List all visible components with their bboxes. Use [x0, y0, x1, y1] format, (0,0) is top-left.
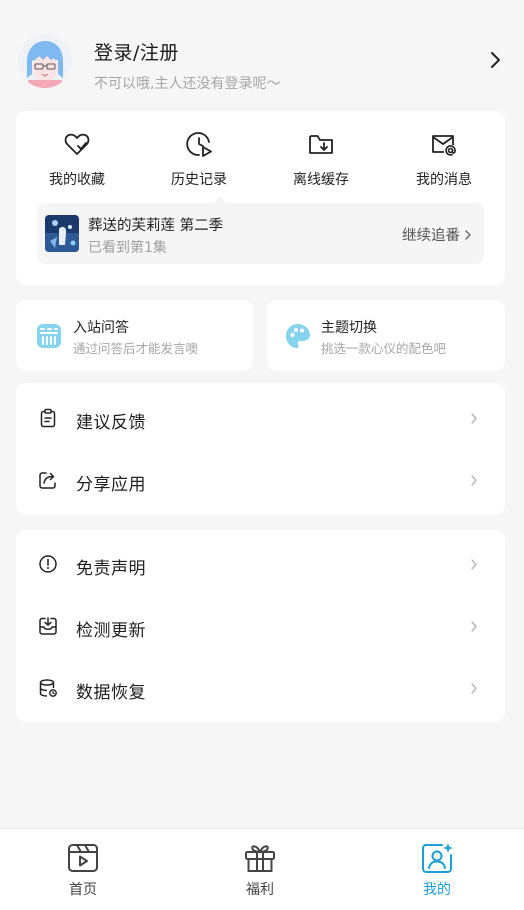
continue-watching-label: 继续追番 — [402, 228, 460, 244]
menu-item-label: 检测更新 — [76, 621, 146, 641]
menu-item-label: 免责声明 — [76, 559, 146, 579]
messages-button[interactable]: 我的消息 — [389, 129, 499, 189]
chevron-right-icon — [471, 413, 477, 424]
continue-watching-button[interactable]: 继续追番 — [402, 224, 472, 245]
menu-group-1: 建议反馈 分享应用 — [16, 383, 505, 515]
user-sparkle-icon — [422, 843, 453, 873]
menu-item-data-restore[interactable]: 数据恢复 — [16, 658, 505, 718]
tab-label: 福利 — [246, 882, 274, 898]
exclamation-circle-icon — [39, 555, 57, 573]
chevron-right-icon[interactable] — [488, 50, 502, 70]
video-clapper-icon — [68, 844, 98, 872]
tab-welfare[interactable]: 福利 — [220, 841, 300, 899]
folder-download-icon — [309, 135, 333, 154]
profile-header[interactable]: 登录/注册 不可以哦,主人还没有登录呢～ — [0, 32, 524, 92]
anime-cover — [45, 215, 79, 252]
theme-title: 主题切换 — [321, 320, 377, 336]
history-button[interactable]: 历史记录 — [144, 129, 254, 189]
anime-progress: 已看到第1集 — [88, 240, 167, 256]
bottom-tab-bar: 首页 福利 我的 — [0, 828, 524, 910]
clipboard-icon — [40, 408, 56, 428]
database-restore-icon — [39, 679, 57, 697]
tab-home[interactable]: 首页 — [43, 841, 123, 899]
chevron-right-icon — [471, 683, 477, 694]
messages-label: 我的消息 — [416, 172, 472, 188]
chevron-right-icon — [471, 621, 477, 632]
quiz-subtitle: 通过问答后才能发言噢 — [73, 341, 199, 356]
palette-icon — [286, 324, 310, 348]
chevron-right-icon — [465, 229, 471, 240]
inbox-download-icon — [39, 617, 57, 635]
offline-cache-button[interactable]: 离线缓存 — [266, 129, 376, 189]
continue-watching-banner[interactable]: 葬送的芙莉莲 第二季 已看到第1集 继续追番 — [37, 196, 484, 264]
profile-subtitle: 不可以哦,主人还没有登录呢～ — [94, 76, 281, 92]
theme-subtitle: 挑选一款心仪的配色吧 — [321, 341, 447, 356]
menu-item-disclaimer[interactable]: 免责声明 — [16, 534, 505, 594]
quick-actions-card: 我的收藏 历史记录 离线缓存 我的消息 葬送的芙莉莲 第二季 已看到第1集 继续… — [16, 111, 505, 285]
history-play-icon — [186, 132, 212, 157]
heart-check-icon — [64, 133, 90, 155]
menu-group-2: 免责声明 检测更新 数据恢复 — [16, 530, 505, 722]
quiz-icon — [37, 324, 61, 348]
tab-label: 我的 — [423, 882, 451, 898]
history-label: 历史记录 — [171, 172, 227, 188]
gift-icon — [245, 845, 275, 872]
tab-label: 首页 — [69, 882, 97, 898]
favorites-label: 我的收藏 — [49, 172, 105, 188]
menu-item-label: 分享应用 — [76, 475, 146, 495]
offline-cache-label: 离线缓存 — [293, 172, 349, 188]
banner-pointer — [213, 196, 227, 203]
menu-item-check-update[interactable]: 检测更新 — [16, 596, 505, 656]
anime-title: 葬送的芙莉莲 第二季 — [88, 218, 224, 234]
menu-item-feedback[interactable]: 建议反馈 — [16, 388, 505, 448]
tab-mine[interactable]: 我的 — [397, 841, 477, 899]
quiz-card[interactable]: 入站问答 通过问答后才能发言噢 — [16, 300, 253, 371]
theme-switch-card[interactable]: 主题切换 挑选一款心仪的配色吧 — [267, 300, 505, 371]
quiz-title: 入站问答 — [73, 320, 129, 336]
menu-item-label: 数据恢复 — [76, 683, 146, 703]
favorites-button[interactable]: 我的收藏 — [22, 129, 132, 189]
avatar-image — [18, 34, 72, 88]
profile-title[interactable]: 登录/注册 — [94, 38, 280, 65]
chevron-right-icon — [471, 559, 477, 570]
share-icon — [39, 472, 56, 489]
menu-item-label: 建议反馈 — [76, 413, 146, 433]
avatar[interactable] — [18, 34, 72, 88]
menu-item-share[interactable]: 分享应用 — [16, 450, 505, 510]
mail-at-icon — [432, 135, 456, 156]
chevron-right-icon — [471, 475, 477, 486]
